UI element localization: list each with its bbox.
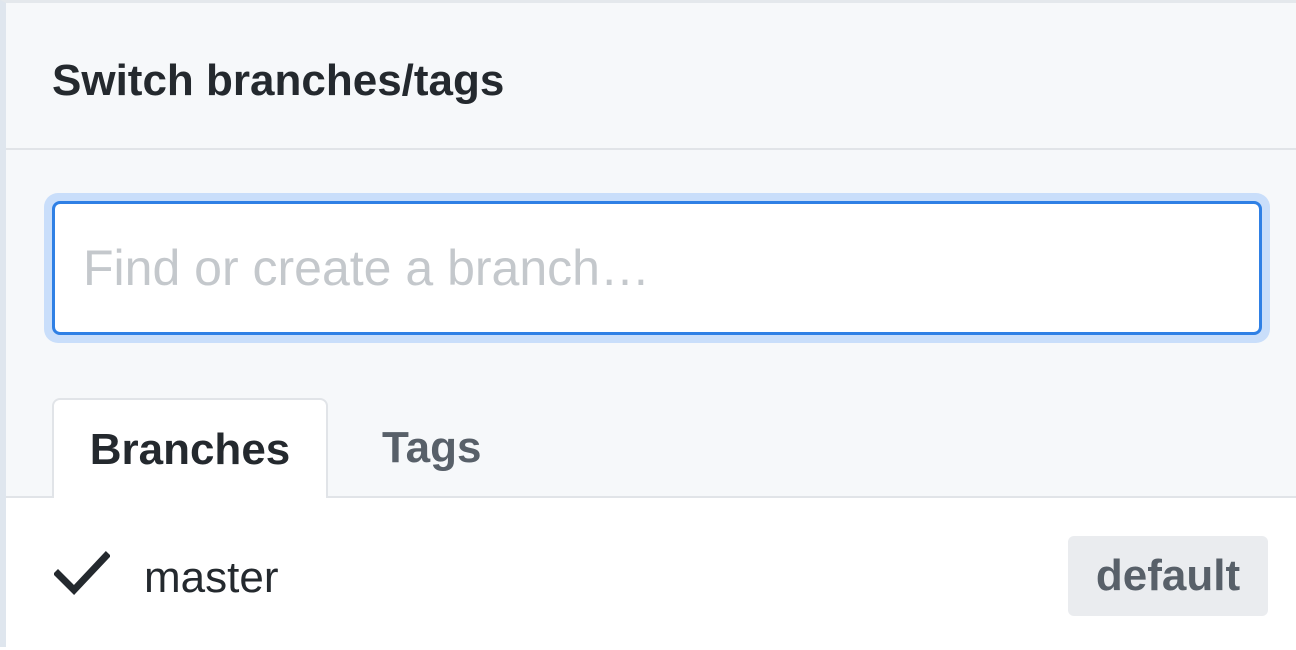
search-focus-ring <box>44 193 1270 343</box>
tab-bar: Branches Tags <box>6 398 1296 500</box>
panel-header: Switch branches/tags <box>6 3 1296 150</box>
branch-switcher-panel: Switch branches/tags Branches Tags maste… <box>0 0 1296 650</box>
branch-name: master <box>144 553 279 602</box>
branch-item-master[interactable]: master default <box>6 498 1296 650</box>
branch-list: master default <box>6 498 1296 650</box>
panel-title: Switch branches/tags <box>52 56 505 105</box>
check-icon <box>54 551 110 596</box>
branch-search-input[interactable] <box>52 201 1262 335</box>
filter-area: Branches Tags <box>6 150 1296 500</box>
tab-branches[interactable]: Branches <box>52 398 328 500</box>
default-badge: default <box>1068 536 1268 616</box>
tab-tags[interactable]: Tags <box>382 398 492 498</box>
